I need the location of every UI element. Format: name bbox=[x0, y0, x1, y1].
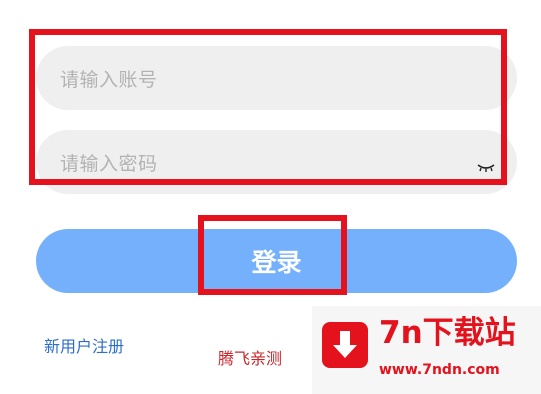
site-logo: 7n下载站 www.7ndn.com bbox=[312, 306, 541, 394]
annotation-box-login bbox=[198, 215, 347, 295]
annotation-box-fields bbox=[29, 29, 507, 185]
logo-title: 7n下载站 bbox=[379, 315, 516, 351]
login-screen: 请输入账号 请输入密码 登录 新用户注册 腾飞亲测 7n下载站 www.7ndn… bbox=[0, 0, 541, 394]
download-arrow-icon bbox=[322, 322, 368, 368]
logo-url: www.7ndn.com bbox=[379, 362, 500, 378]
watermark-text: 腾飞亲测 bbox=[218, 349, 283, 368]
register-link[interactable]: 新用户注册 bbox=[44, 333, 124, 357]
